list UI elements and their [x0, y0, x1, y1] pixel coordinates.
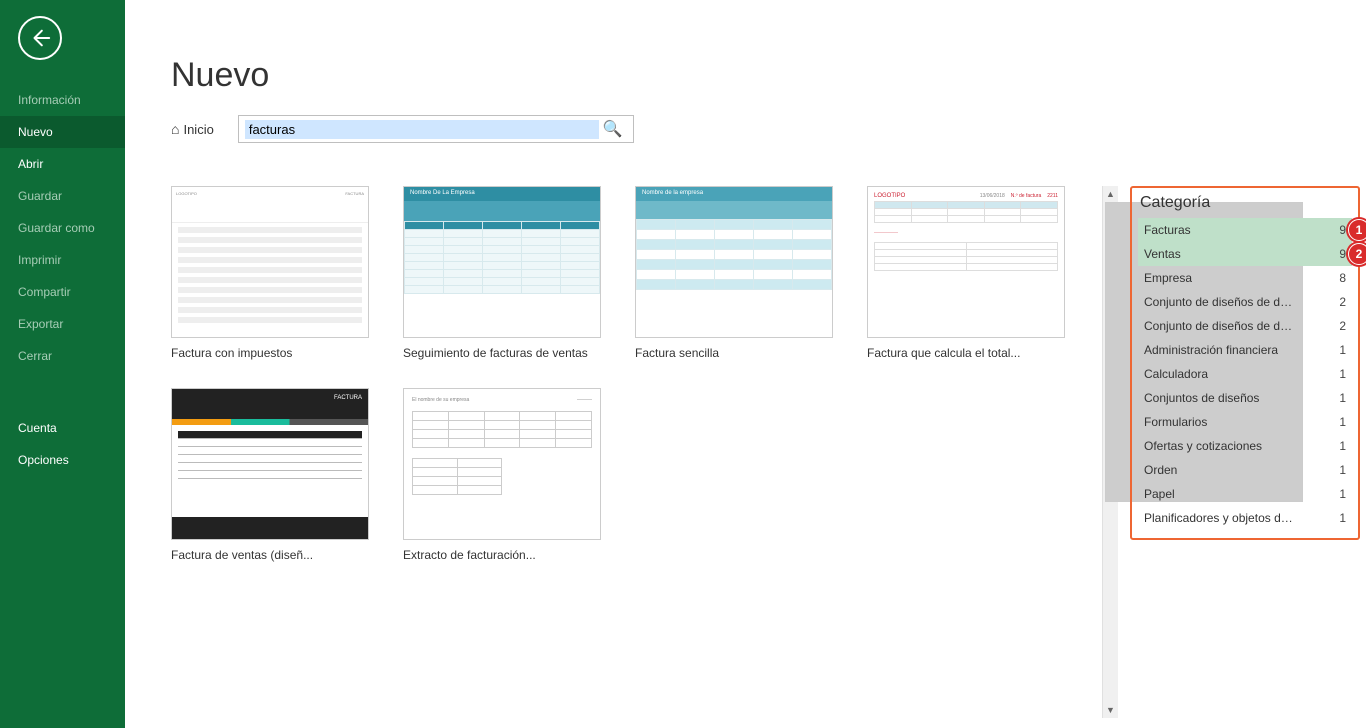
- template-label: Factura sencilla: [635, 346, 833, 362]
- category-row[interactable]: Planificadores y objetos de... 1: [1138, 506, 1352, 530]
- annotation-callout: 1: [1348, 219, 1366, 241]
- nav-guardar-como[interactable]: Guardar como: [0, 212, 125, 244]
- category-count: 1: [1339, 343, 1346, 357]
- nav-nuevo[interactable]: Nuevo: [0, 116, 125, 148]
- nav-cuenta[interactable]: Cuenta: [0, 412, 125, 444]
- category-row[interactable]: Ventas92: [1138, 242, 1352, 266]
- page-title: Nuevo: [171, 56, 1366, 95]
- category-row[interactable]: Ofertas y cotizaciones 1: [1138, 434, 1352, 458]
- category-title: Categoría: [1140, 194, 1352, 212]
- category-label: Conjunto de diseños de deg...: [1144, 319, 1294, 333]
- template-card[interactable]: FACTURA Factura de ventas (diseñ...: [171, 388, 369, 564]
- category-label: Ofertas y cotizaciones: [1144, 439, 1262, 453]
- category-count: 2: [1339, 295, 1346, 309]
- category-label: Planificadores y objetos de...: [1144, 511, 1294, 525]
- template-thumb[interactable]: FACTURA: [171, 388, 369, 540]
- template-thumb[interactable]: LOGOTIPO 2211 N.º de factura 13/06/2018 …: [867, 186, 1065, 338]
- category-count: 9: [1339, 247, 1346, 261]
- search-icon[interactable]: 🔍: [599, 119, 627, 139]
- template-label: Seguimiento de facturas de ventas: [403, 346, 601, 362]
- category-label: Administración financiera: [1144, 343, 1278, 357]
- category-count: 1: [1339, 415, 1346, 429]
- template-label: Factura de ventas (diseñ...: [171, 548, 369, 564]
- nav-opciones[interactable]: Opciones: [0, 444, 125, 476]
- category-count: 1: [1339, 463, 1346, 477]
- category-row[interactable]: Papel 1: [1138, 482, 1352, 506]
- nav-exportar[interactable]: Exportar: [0, 308, 125, 340]
- category-row[interactable]: Calculadora 1: [1138, 362, 1352, 386]
- category-label: Ventas: [1144, 247, 1181, 261]
- scroll-up-icon[interactable]: ▲: [1103, 186, 1118, 202]
- category-count: 1: [1339, 367, 1346, 381]
- category-label: Orden: [1144, 463, 1177, 477]
- category-label: Formularios: [1144, 415, 1207, 429]
- category-label: Facturas: [1144, 223, 1191, 237]
- category-row[interactable]: Administración financiera 1: [1138, 338, 1352, 362]
- template-label: Extracto de facturación...: [403, 548, 601, 564]
- vertical-scrollbar[interactable]: ▲ ▼: [1102, 186, 1118, 718]
- scroll-down-icon[interactable]: ▼: [1103, 702, 1118, 718]
- category-row[interactable]: Orden 1: [1138, 458, 1352, 482]
- category-row[interactable]: Facturas91: [1138, 218, 1352, 242]
- category-label: Calculadora: [1144, 367, 1208, 381]
- nav-abrir[interactable]: Abrir: [0, 148, 125, 180]
- template-grid: LOGOTIPOFACTURA Factura con impuestos No…: [171, 186, 1106, 728]
- category-count: 9: [1339, 223, 1346, 237]
- breadcrumb-home-label: Inicio: [183, 122, 213, 137]
- template-card[interactable]: LOGOTIPO 2211 N.º de factura 13/06/2018 …: [867, 186, 1065, 362]
- search-row: ⌂ Inicio 🔍: [171, 115, 1366, 143]
- nav-cerrar[interactable]: Cerrar: [0, 340, 125, 372]
- category-row[interactable]: Conjunto de diseños de deg... 2: [1138, 290, 1352, 314]
- category-label: Empresa: [1144, 271, 1192, 285]
- category-row[interactable]: Formularios 1: [1138, 410, 1352, 434]
- template-card[interactable]: Nombre De La Empresa Seguimiento de fact…: [403, 186, 601, 362]
- category-row[interactable]: Conjuntos de diseños 1: [1138, 386, 1352, 410]
- template-thumb[interactable]: El nombre de su empresa———: [403, 388, 601, 540]
- category-count: 8: [1339, 271, 1346, 285]
- backstage-sidebar: Información Nuevo Abrir Guardar Guardar …: [0, 0, 125, 728]
- template-card[interactable]: Nombre de la empresa Factura sencilla: [635, 186, 833, 362]
- category-label: Conjunto de diseños de deg...: [1144, 295, 1294, 309]
- category-count: 1: [1339, 439, 1346, 453]
- category-label: Conjuntos de diseños: [1144, 391, 1259, 405]
- nav-informacion[interactable]: Información: [0, 84, 125, 116]
- nav-compartir[interactable]: Compartir: [0, 276, 125, 308]
- main-content: Nuevo ⌂ Inicio 🔍 LOGOTIPOFACTURA Factura…: [125, 0, 1366, 728]
- category-row[interactable]: Empresa 8: [1138, 266, 1352, 290]
- category-count: 1: [1339, 511, 1346, 525]
- template-thumb[interactable]: LOGOTIPOFACTURA: [171, 186, 369, 338]
- category-label: Papel: [1144, 487, 1175, 501]
- category-row[interactable]: Conjunto de diseños de deg... 2: [1138, 314, 1352, 338]
- nav-guardar[interactable]: Guardar: [0, 180, 125, 212]
- category-count: 1: [1339, 487, 1346, 501]
- template-thumb[interactable]: Nombre de la empresa: [635, 186, 833, 338]
- annotation-callout: 2: [1348, 243, 1366, 265]
- breadcrumb-home[interactable]: ⌂ Inicio: [171, 121, 214, 137]
- home-icon: ⌂: [171, 121, 179, 137]
- template-label: Factura que calcula el total...: [867, 346, 1065, 362]
- category-count: 1: [1339, 391, 1346, 405]
- category-count: 2: [1339, 319, 1346, 333]
- search-box[interactable]: 🔍: [238, 115, 634, 143]
- nav-imprimir[interactable]: Imprimir: [0, 244, 125, 276]
- back-button[interactable]: [18, 16, 62, 60]
- template-thumb[interactable]: Nombre De La Empresa: [403, 186, 601, 338]
- template-card[interactable]: LOGOTIPOFACTURA Factura con impuestos: [171, 186, 369, 362]
- template-label: Factura con impuestos: [171, 346, 369, 362]
- category-panel: Categoría Facturas 9 1 Ventas 9 2 Empresa 8 Conj…: [1130, 186, 1360, 540]
- search-input[interactable]: [245, 120, 599, 139]
- template-card[interactable]: El nombre de su empresa——— Extracto de f…: [403, 388, 601, 564]
